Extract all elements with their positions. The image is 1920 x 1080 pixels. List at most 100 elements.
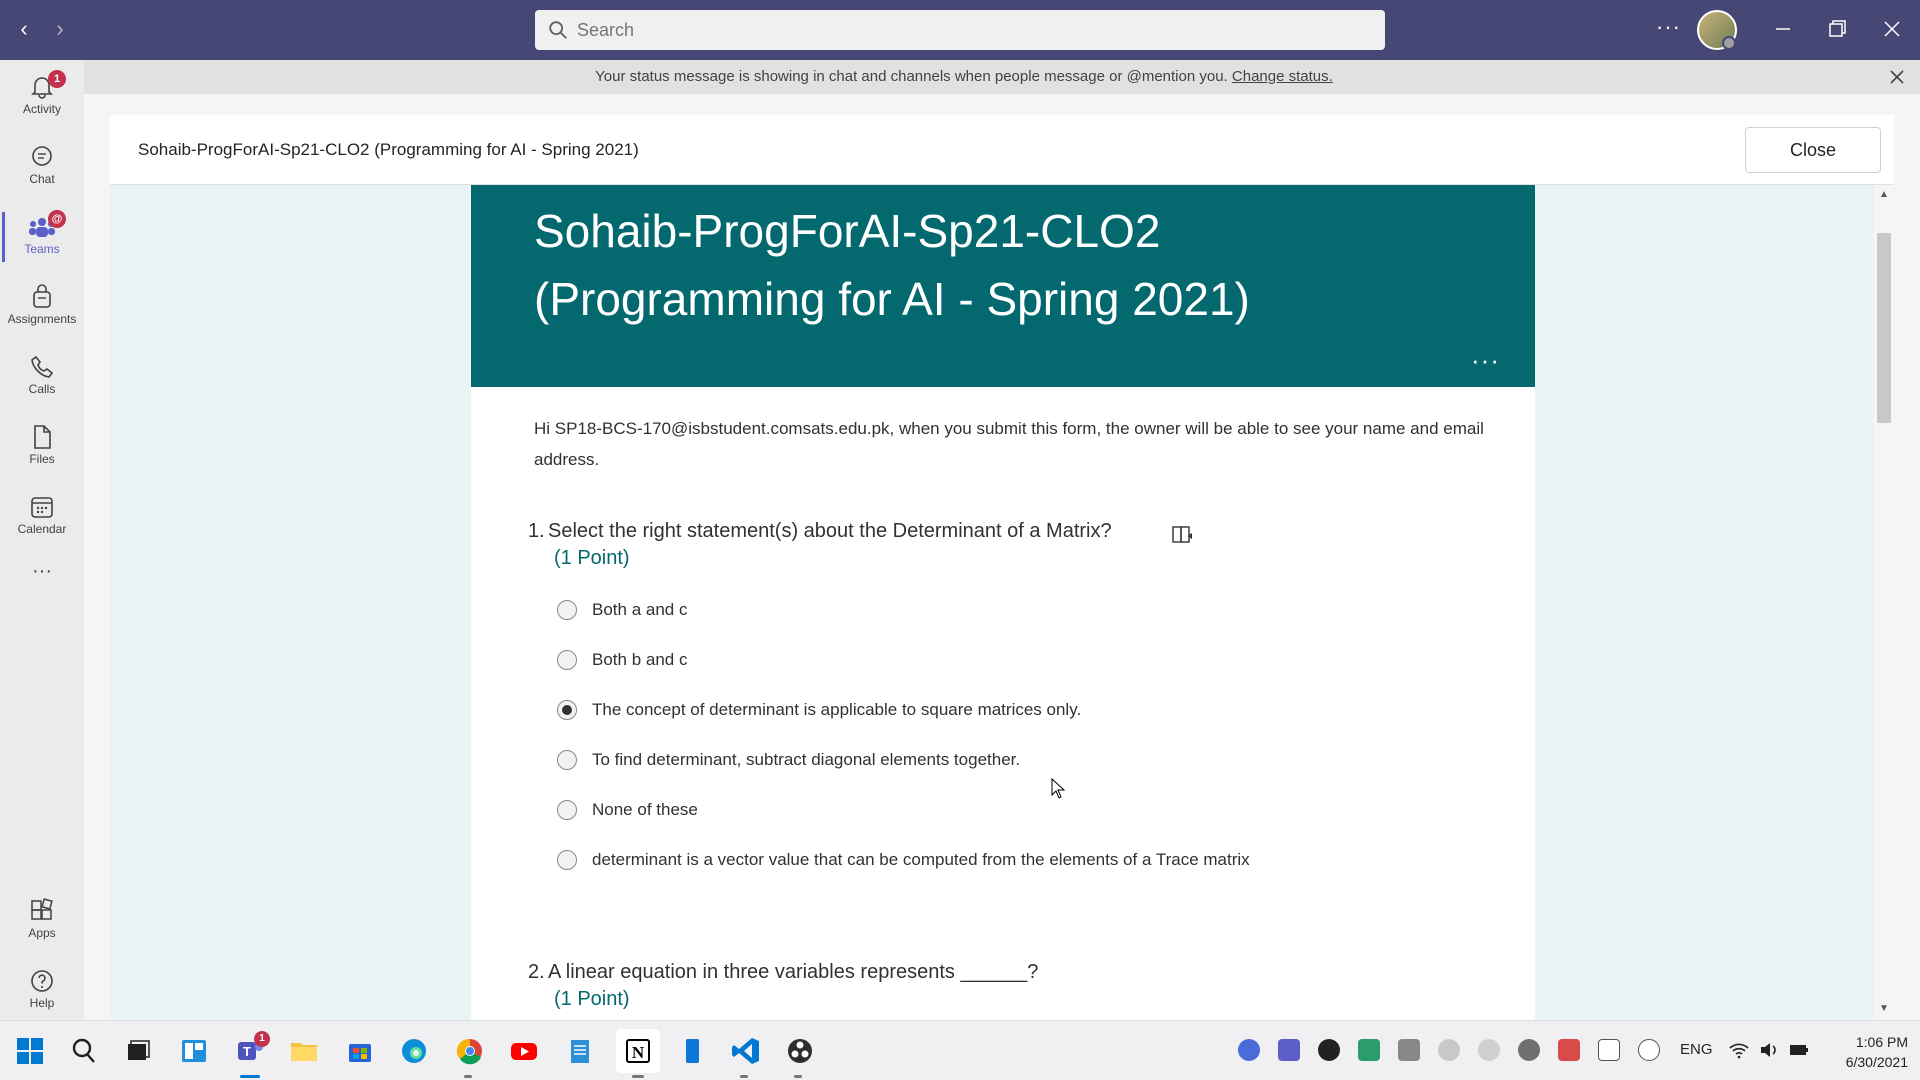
title-bar: ‹ › ··· xyxy=(0,0,1920,60)
tray-screen-icon[interactable] xyxy=(1558,1039,1580,1061)
settings-more-icon[interactable]: ··· xyxy=(1656,14,1681,40)
windows-start-icon[interactable] xyxy=(14,1035,46,1067)
vscode-icon[interactable] xyxy=(730,1035,762,1067)
scrollbar-thumb[interactable] xyxy=(1877,233,1891,423)
wifi-icon[interactable] xyxy=(1728,1039,1750,1061)
radio-button[interactable] xyxy=(557,800,577,820)
scroll-up-icon[interactable]: ▲ xyxy=(1879,189,1889,200)
widgets-icon[interactable] xyxy=(178,1035,210,1067)
back-arrow-icon[interactable]: ‹ xyxy=(12,17,36,41)
rail-item-calendar[interactable]: Calendar xyxy=(0,486,84,548)
option-1[interactable]: Both a and c xyxy=(557,597,687,623)
taskbar: T 1 N ENG 1:06 PM 6/30/2021 xyxy=(0,1020,1920,1080)
teams-taskbar-badge: 1 xyxy=(254,1031,270,1047)
notion-icon[interactable]: N xyxy=(622,1035,654,1067)
forward-arrow-icon[interactable]: › xyxy=(48,17,72,41)
rail-item-label: Assignments xyxy=(7,312,77,326)
youtube-icon[interactable] xyxy=(508,1035,540,1067)
search-icon xyxy=(549,21,567,39)
option-6[interactable]: determinant is a vector value that can b… xyxy=(557,847,1250,873)
search-box[interactable] xyxy=(535,10,1385,50)
tray-teams-icon[interactable] xyxy=(1278,1039,1300,1061)
rail-item-assignments[interactable]: Assignments xyxy=(0,276,84,338)
option-label: To find determinant, subtract diagonal e… xyxy=(592,750,1021,769)
option-2[interactable]: Both b and c xyxy=(557,647,687,673)
rail-item-help[interactable]: Help xyxy=(0,960,84,1022)
option-5[interactable]: None of these xyxy=(557,797,698,823)
assignments-icon xyxy=(33,284,51,308)
radio-button[interactable] xyxy=(557,750,577,770)
rail-item-label: Chat xyxy=(29,172,55,186)
restore-icon[interactable] xyxy=(1822,14,1852,44)
tray-onedrive-personal-icon[interactable] xyxy=(1478,1039,1500,1061)
radio-button-selected[interactable] xyxy=(557,700,577,720)
option-3[interactable]: The concept of determinant is applicable… xyxy=(557,697,1081,723)
file-icon xyxy=(34,425,51,449)
rail-item-teams[interactable]: @ Teams xyxy=(0,206,84,268)
rail-item-label: Files xyxy=(29,452,55,466)
form-viewport: Sohaib-ProgForAI-Sp21-CLO2 (Programming … xyxy=(110,185,1894,1020)
obs-icon[interactable] xyxy=(784,1035,816,1067)
rail-item-files[interactable]: Files xyxy=(0,416,84,478)
edge-icon[interactable] xyxy=(398,1035,430,1067)
change-status-link[interactable]: Change status. xyxy=(1232,68,1333,85)
dialog-title: Sohaib-ProgForAI-Sp21-CLO2 (Programming … xyxy=(138,140,639,159)
tray-usb-icon[interactable] xyxy=(1598,1039,1620,1061)
rail-item-label: Teams xyxy=(24,242,60,256)
tray-meet-icon[interactable] xyxy=(1238,1039,1260,1061)
dialog-header: Sohaib-ProgForAI-Sp21-CLO2 (Programming … xyxy=(110,115,1894,185)
option-4[interactable]: To find determinant, subtract diagonal e… xyxy=(557,747,1020,773)
minimize-icon[interactable] xyxy=(1768,14,1798,44)
form-header: Sohaib-ProgForAI-Sp21-CLO2 (Programming … xyxy=(471,185,1535,387)
form-more-options-icon[interactable]: ··· xyxy=(1471,345,1500,376)
option-label: None of these xyxy=(592,800,698,819)
immersive-reader-icon[interactable] xyxy=(1172,525,1194,545)
tray-nvidia-icon[interactable] xyxy=(1398,1039,1420,1061)
chrome-icon[interactable] xyxy=(454,1035,486,1067)
question-number: 2. xyxy=(528,961,545,983)
status-banner-text: Your status message is showing in chat a… xyxy=(84,68,1844,85)
option-label: Both a and c xyxy=(592,600,688,619)
option-label: Both b and c xyxy=(592,650,688,669)
more-apps-icon[interactable]: ··· xyxy=(0,560,84,590)
rail-item-apps[interactable]: Apps xyxy=(0,890,84,952)
volume-icon[interactable] xyxy=(1758,1039,1780,1061)
option-label: determinant is a vector value that can b… xyxy=(592,850,1250,869)
radio-button[interactable] xyxy=(557,600,577,620)
radio-button[interactable] xyxy=(557,850,577,870)
question-title: 1. Select the right statement(s) about th… xyxy=(528,520,1112,543)
option-label: The concept of determinant is applicable… xyxy=(592,700,1082,719)
close-button[interactable]: Close xyxy=(1745,127,1881,173)
help-icon xyxy=(31,970,53,992)
tray-onedrive-icon[interactable] xyxy=(1438,1039,1460,1061)
form-title-line2: (Programming for AI - Spring 2021) xyxy=(534,273,1250,325)
radio-button[interactable] xyxy=(557,650,577,670)
store-icon[interactable] xyxy=(344,1035,376,1067)
vertical-scrollbar[interactable]: ▲ ▼ xyxy=(1874,185,1894,1020)
tray-microphone-icon[interactable] xyxy=(1638,1039,1660,1061)
clock-date: 6/30/2021 xyxy=(1845,1054,1908,1070)
rail-item-calls[interactable]: Calls xyxy=(0,346,84,408)
phone-link-icon[interactable] xyxy=(676,1035,708,1067)
system-clock[interactable]: 1:06 PM 6/30/2021 xyxy=(1828,1032,1908,1072)
tray-cloud-icon[interactable] xyxy=(1518,1039,1540,1061)
battery-icon[interactable] xyxy=(1788,1039,1810,1061)
input-language[interactable]: ENG xyxy=(1680,1041,1713,1058)
calendar-icon xyxy=(31,497,53,518)
close-icon[interactable] xyxy=(1886,66,1908,88)
status-banner: Your status message is showing in chat a… xyxy=(84,60,1920,94)
close-window-icon[interactable] xyxy=(1877,14,1907,44)
task-view-icon[interactable] xyxy=(122,1035,154,1067)
search-input[interactable] xyxy=(577,19,1337,41)
rail-item-chat[interactable]: Chat xyxy=(0,136,84,198)
search-icon[interactable] xyxy=(68,1035,100,1067)
file-explorer-icon[interactable] xyxy=(288,1035,320,1067)
rail-item-label: Apps xyxy=(28,926,56,940)
scroll-down-icon[interactable]: ▼ xyxy=(1879,1003,1889,1014)
form-intro-text: Hi SP18-BCS-170@isbstudent.comsats.edu.p… xyxy=(534,419,1484,469)
tray-security-icon[interactable] xyxy=(1358,1039,1380,1061)
rail-item-activity[interactable]: 1 Activity xyxy=(0,66,84,128)
tray-app-icon[interactable] xyxy=(1318,1039,1340,1061)
question-number: 1. xyxy=(528,520,545,542)
notepad-icon[interactable] xyxy=(564,1035,596,1067)
